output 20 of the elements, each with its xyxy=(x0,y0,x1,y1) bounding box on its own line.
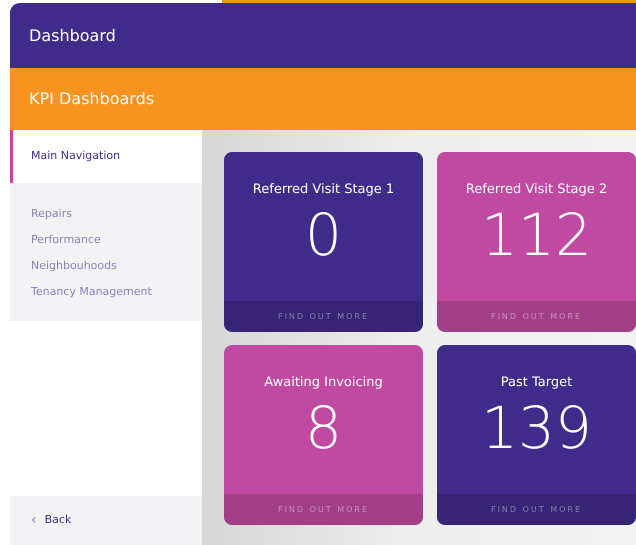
sidebar-item[interactable]: Neighbouhoods xyxy=(10,253,202,279)
card-value: 139 xyxy=(481,392,592,462)
find-out-more-link[interactable]: FIND OUT MORE xyxy=(437,301,636,332)
chevron-left-icon: ‹ xyxy=(31,510,37,531)
card-value: 0 xyxy=(305,200,342,270)
sidebar-item[interactable]: Tenancy Management xyxy=(10,279,202,305)
sidebar-item[interactable]: Repairs xyxy=(10,201,202,227)
card-title: Awaiting Invoicing xyxy=(264,374,383,392)
page-title: Dashboard xyxy=(29,24,116,46)
card-title: Past Target xyxy=(500,374,572,392)
card-value: 8 xyxy=(305,392,342,462)
sidebar-item[interactable]: Performance xyxy=(10,227,202,253)
find-out-more-link[interactable]: FIND OUT MORE xyxy=(224,301,423,332)
section-title: KPI Dashboards xyxy=(29,88,154,110)
card-title: Referred Visit Stage 1 xyxy=(252,181,394,199)
back-button[interactable]: ‹ Back xyxy=(10,496,202,545)
card-title: Referred Visit Stage 2 xyxy=(466,181,608,199)
find-out-more-link[interactable]: FIND OUT MORE xyxy=(224,494,423,525)
card-value: 112 xyxy=(481,200,592,270)
find-out-more-link[interactable]: FIND OUT MORE xyxy=(437,494,636,525)
